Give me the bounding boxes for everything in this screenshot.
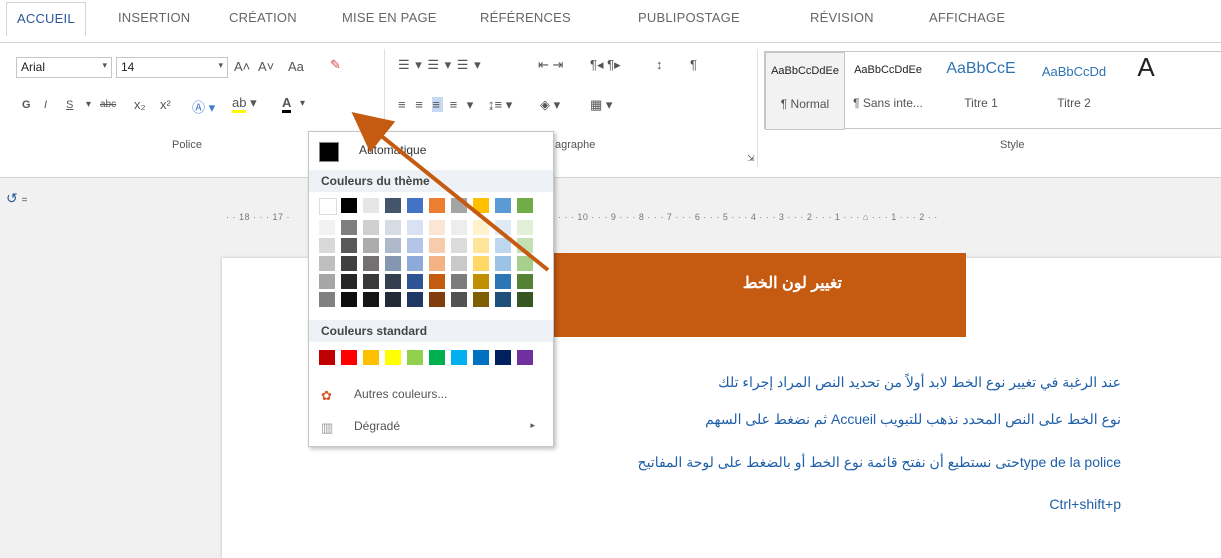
callout-arrow [351,111,550,272]
arrow-line [351,111,550,272]
